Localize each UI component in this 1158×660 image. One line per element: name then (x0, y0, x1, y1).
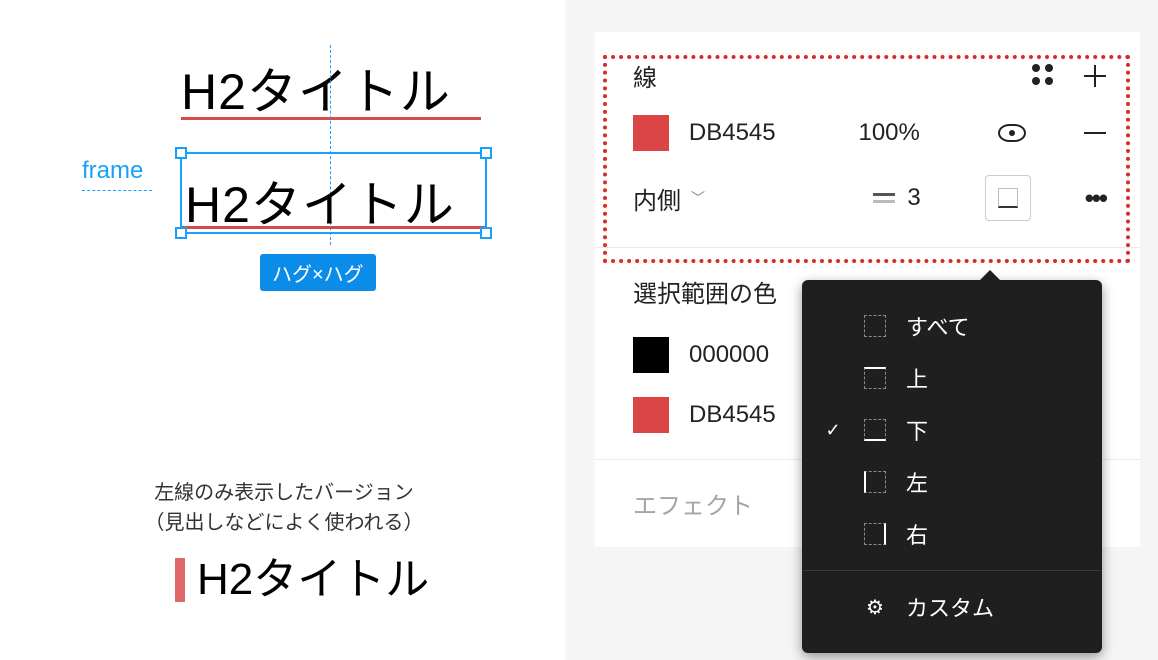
explanation-note: 左線のみ表示したバージョン （見出しなどによく使われる） (124, 478, 444, 538)
note-line1: 左線のみ表示したバージョン (154, 482, 414, 504)
resize-handle-tl[interactable] (175, 147, 187, 159)
frame-annotation-label: frame (82, 157, 143, 185)
side-label-bottom: 下 (906, 414, 928, 446)
resize-handle-br[interactable] (480, 227, 492, 239)
color-swatch-red[interactable] (633, 397, 669, 433)
side-option-bottom[interactable]: ✓ 下 (802, 404, 1102, 456)
stroke-weight-value: 3 (907, 184, 920, 212)
stroke-weight-field[interactable]: 3 (873, 184, 920, 212)
h2-title-1: H2タイトル (181, 52, 451, 124)
stroke-color-row: DB4545 100% (633, 115, 1106, 151)
visibility-icon[interactable] (998, 124, 1026, 142)
canvas-area: H2タイトル frame H2タイトル ハグ×ハグ 左線のみ表示したバージョン … (0, 0, 560, 660)
stroke-color-swatch[interactable] (633, 115, 669, 151)
color-swatch-black[interactable] (633, 337, 669, 373)
side-option-custom[interactable]: ⚙ カスタム (802, 581, 1102, 633)
stroke-side-dropdown: すべて 上 ✓ 下 左 右 ⚙ カスタム (802, 280, 1102, 653)
add-stroke-icon[interactable] (1084, 65, 1106, 87)
stroke-opacity[interactable]: 100% (858, 119, 958, 147)
side-label-all: すべて (906, 310, 970, 342)
dropdown-separator (802, 570, 1102, 571)
stroke-styles-icon[interactable] (1032, 64, 1056, 88)
custom-icon: ⚙ (864, 595, 886, 620)
stroke-color-hex[interactable]: DB4545 (689, 119, 839, 147)
side-label-custom: カスタム (906, 591, 994, 623)
side-option-left[interactable]: 左 (802, 456, 1102, 508)
underline-2 (182, 226, 485, 229)
stroke-position-value: 内側 (633, 181, 681, 216)
all-sides-icon (864, 315, 886, 337)
stroke-side-button[interactable] (985, 175, 1031, 221)
frame-annotation-dash (82, 190, 152, 191)
side-option-all[interactable]: すべて (802, 300, 1102, 352)
stroke-side-bottom-icon (998, 188, 1018, 208)
selection-colors-title: 選択範囲の色 (633, 274, 777, 309)
resize-handle-bl[interactable] (175, 227, 187, 239)
side-label-top: 上 (906, 362, 928, 394)
check-icon: ✓ (822, 420, 844, 441)
note-line2: （見出しなどによく使われる） (145, 512, 424, 534)
stroke-more-icon[interactable]: ••• (1085, 183, 1106, 214)
side-option-top[interactable]: 上 (802, 352, 1102, 404)
side-label-left: 左 (906, 466, 928, 498)
dropdown-arrow (980, 270, 1000, 280)
side-label-right: 右 (906, 518, 928, 550)
stroke-section-title: 線 (633, 58, 657, 93)
selected-frame[interactable]: H2タイトル (180, 152, 487, 234)
stroke-settings-row: 内側 ﹀ 3 ••• (633, 175, 1106, 221)
stroke-weight-icon (873, 193, 895, 203)
h2-title-left-border: H2タイトル (175, 558, 429, 602)
hug-badge[interactable]: ハグ×ハグ (260, 254, 376, 291)
chevron-down-icon: ﹀ (691, 188, 705, 208)
top-side-icon (864, 367, 886, 389)
side-option-right[interactable]: 右 (802, 508, 1102, 560)
stroke-position-dropdown[interactable]: 内側 ﹀ (633, 181, 705, 216)
stroke-section: 線 DB4545 100% 内側 ﹀ 3 (595, 32, 1140, 248)
left-side-icon (864, 471, 886, 493)
effects-title: エフェクト (633, 486, 753, 521)
underline-1 (181, 117, 481, 120)
remove-stroke-icon[interactable] (1084, 132, 1106, 134)
resize-handle-tr[interactable] (480, 147, 492, 159)
bottom-side-icon (864, 419, 886, 441)
right-side-icon (864, 523, 886, 545)
